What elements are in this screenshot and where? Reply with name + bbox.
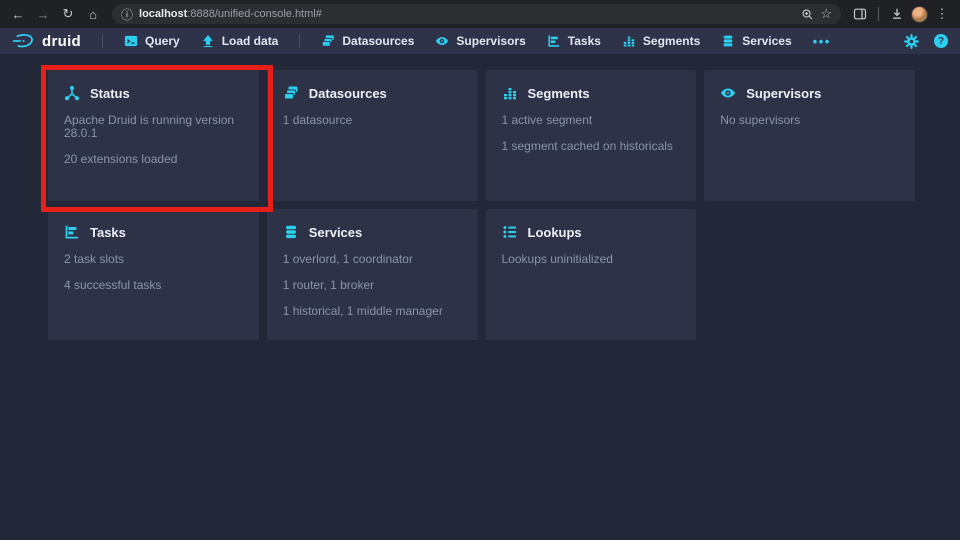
- multi-select-icon: [283, 85, 299, 101]
- nav-item-label: Datasources: [342, 34, 414, 48]
- nav-item-label: Tasks: [568, 34, 601, 48]
- card-line: 1 historical, 1 middle manager: [283, 305, 462, 318]
- card-segments[interactable]: Segments 1 active segment 1 segment cach…: [486, 70, 697, 201]
- browser-menu-icon[interactable]: ⋮: [931, 3, 953, 25]
- druid-navbar: druid Query Load data: [0, 28, 960, 54]
- card-header: Services: [283, 224, 462, 240]
- reload-icon[interactable]: ↻: [57, 3, 79, 25]
- nav-divider: [102, 34, 103, 48]
- multi-select-icon: [321, 34, 335, 48]
- url-host: localhost: [139, 8, 187, 20]
- nav-item-segments[interactable]: Segments: [622, 34, 700, 48]
- gantt-chart-icon: [64, 224, 80, 240]
- card-header: Tasks: [64, 224, 243, 240]
- card-line: 20 extensions loaded: [64, 153, 243, 166]
- help-icon[interactable]: ?: [934, 34, 948, 48]
- card-status[interactable]: Status Apache Druid is running version 2…: [48, 70, 259, 201]
- url-path: :8888/unified-console.html#: [187, 8, 322, 20]
- settings-gear-icon[interactable]: [904, 34, 919, 49]
- nav-item-datasources[interactable]: Datasources: [321, 34, 414, 48]
- upload-arrow-icon: [201, 34, 215, 48]
- properties-icon: [502, 224, 518, 240]
- card-line: 1 router, 1 broker: [283, 279, 462, 292]
- toolbar-divider: [878, 7, 879, 21]
- nav-item-load-data[interactable]: Load data: [201, 34, 279, 48]
- card-line: No supervisors: [720, 114, 899, 127]
- card-line: Lookups uninitialized: [502, 253, 681, 266]
- card-line: 2 task slots: [64, 253, 243, 266]
- eye-icon: [720, 85, 736, 101]
- browser-toolbar: ← → ↻ ⌂ ⓘ localhost:8888/unified-console…: [0, 0, 960, 28]
- card-title: Datasources: [309, 86, 387, 101]
- home-icon[interactable]: ⌂: [82, 3, 104, 25]
- card-line: 1 datasource: [283, 114, 462, 127]
- download-icon[interactable]: [886, 3, 908, 25]
- card-header: Segments: [502, 85, 681, 101]
- card-header: Datasources: [283, 85, 462, 101]
- card-supervisors[interactable]: Supervisors No supervisors: [704, 70, 915, 201]
- nav-item-label: Supervisors: [456, 34, 525, 48]
- nav-item-label: Segments: [643, 34, 700, 48]
- card-title: Supervisors: [746, 86, 821, 101]
- card-header: Supervisors: [720, 85, 899, 101]
- card-lookups[interactable]: Lookups Lookups uninitialized: [486, 209, 697, 340]
- card-title: Status: [90, 86, 130, 101]
- forward-icon[interactable]: →: [32, 3, 54, 25]
- nav-item-label: Services: [742, 34, 791, 48]
- card-line: 1 overlord, 1 coordinator: [283, 253, 462, 266]
- zoom-icon[interactable]: [801, 8, 814, 21]
- url-bar[interactable]: ⓘ localhost:8888/unified-console.html# ☆: [112, 4, 841, 24]
- gantt-chart-icon: [547, 34, 561, 48]
- graph-icon: [64, 85, 80, 101]
- card-datasources[interactable]: Datasources 1 datasource: [267, 70, 478, 201]
- console-icon: [124, 34, 138, 48]
- more-menu-icon[interactable]: •••: [813, 34, 831, 49]
- nav-item-label: Load data: [222, 34, 279, 48]
- card-line: 1 active segment: [502, 114, 681, 127]
- stacked-chart-icon: [622, 34, 636, 48]
- card-title: Lookups: [528, 225, 582, 240]
- nav-item-query[interactable]: Query: [124, 34, 180, 48]
- database-icon: [721, 34, 735, 48]
- card-title: Tasks: [90, 225, 126, 240]
- back-icon[interactable]: ←: [7, 3, 29, 25]
- card-line: Apache Druid is running version 28.0.1: [64, 114, 243, 140]
- url-text: localhost:8888/unified-console.html#: [139, 8, 322, 20]
- card-title: Services: [309, 225, 363, 240]
- side-panel-icon[interactable]: [849, 3, 871, 25]
- bookmark-star-icon[interactable]: ☆: [820, 6, 832, 22]
- eye-icon: [435, 34, 449, 48]
- nav-item-services[interactable]: Services: [721, 34, 791, 48]
- home-card-grid: Status Apache Druid is running version 2…: [0, 54, 960, 340]
- card-tasks[interactable]: Tasks 2 task slots 4 successful tasks: [48, 209, 259, 340]
- nav-divider: [299, 34, 300, 48]
- navbar-right: ?: [904, 34, 948, 49]
- card-title: Segments: [528, 86, 590, 101]
- card-line: 4 successful tasks: [64, 279, 243, 292]
- stacked-chart-icon: [502, 85, 518, 101]
- card-header: Lookups: [502, 224, 681, 240]
- profile-avatar[interactable]: [911, 6, 928, 23]
- card-header: Status: [64, 85, 243, 101]
- database-icon: [283, 224, 299, 240]
- brand-name: druid: [42, 33, 81, 50]
- site-info-icon[interactable]: ⓘ: [121, 6, 133, 23]
- card-line: 1 segment cached on historicals: [502, 140, 681, 153]
- card-services[interactable]: Services 1 overlord, 1 coordinator 1 rou…: [267, 209, 478, 340]
- druid-logo-icon: [12, 33, 36, 49]
- druid-logo[interactable]: druid: [12, 33, 81, 50]
- nav-item-tasks[interactable]: Tasks: [547, 34, 601, 48]
- nav-item-supervisors[interactable]: Supervisors: [435, 34, 525, 48]
- nav-item-label: Query: [145, 34, 180, 48]
